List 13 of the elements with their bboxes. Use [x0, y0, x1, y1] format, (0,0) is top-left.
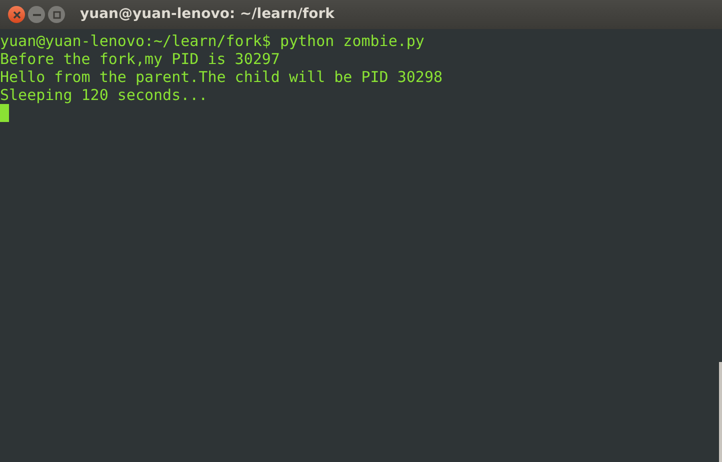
scrollbar[interactable]: [719, 362, 722, 462]
maximize-icon: [52, 10, 60, 18]
terminal-line: Before the fork,my PID is 30297: [0, 50, 280, 68]
close-icon: [12, 10, 20, 18]
minimize-button[interactable]: [28, 6, 45, 23]
minimize-icon: [32, 14, 40, 16]
maximize-button[interactable]: [48, 6, 65, 23]
text-cursor: [0, 104, 9, 122]
terminal-line: Sleeping 120 seconds...: [0, 86, 208, 104]
terminal-line: Hello from the parent.The child will be PID 30298: [0, 68, 443, 86]
close-button[interactable]: [8, 6, 25, 23]
window-title: yuan@yuan-lenovo: ~/learn/fork: [80, 5, 334, 24]
terminal-line: yuan@yuan-lenovo:~/learn/fork$ python zombie.py: [0, 32, 424, 50]
